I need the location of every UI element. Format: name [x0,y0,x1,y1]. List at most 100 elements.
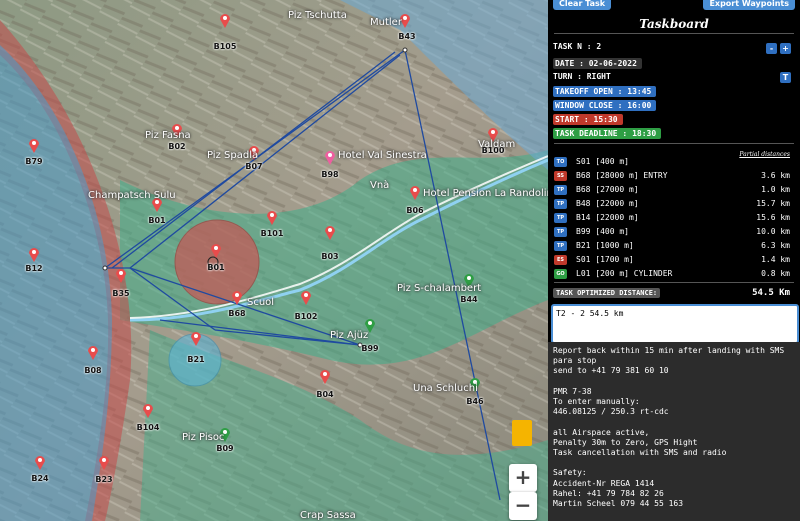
turnpoint-type-badge: SS [554,171,567,181]
turnpoint-description: B99 [400 m] [576,227,629,236]
waypoint-label: B24 [31,474,49,483]
turnpoint-distance: 15.6 km [756,213,790,222]
note-line [548,417,800,427]
note-line: Task cancellation with SMS and radio [553,448,727,458]
turnpoint-row[interactable]: TP B68 [27000 m] 1.0 km [552,185,796,197]
waypoint-pin[interactable] [190,330,202,346]
waypoint-pin[interactable] [115,267,127,283]
waypoint-pin[interactable] [34,454,46,470]
waypoint-label: B35 [112,289,130,298]
divider [554,33,794,34]
turnpoint-type-badge: TP [554,185,567,195]
turnpoint-type-badge: GO [554,269,567,279]
waypoint-pin[interactable] [231,289,243,305]
waypoint-label: B01 [207,263,225,272]
waypoint-label: B68 [228,309,246,318]
place-label: Mutler [370,17,402,28]
waypoint-label: B02 [168,142,186,151]
waypoint-label: B01 [148,216,166,225]
map-view[interactable]: B105 B43 B79 B02 B07 B98 B06 B100 B01 B1… [0,0,548,521]
waypoint-label: B99 [361,344,379,353]
street-view-pegman-icon[interactable] [512,420,532,446]
turnpoint-distance: 1.4 km [761,255,790,264]
note-line: Accident-Nr REGA 1414 [553,478,655,488]
turnpoint-row[interactable]: SS B68 [28000 m] ENTRY 3.6 km [552,171,796,183]
place-label: Hotel Pension La Randolina [423,188,548,199]
turnpoint-row[interactable]: TP B99 [400 m] 10.0 km [552,227,796,239]
waypoint-label: B101 [260,229,284,238]
turnpoint-row[interactable]: TP B21 [1000 m] 6.3 km [552,241,796,253]
divider [554,282,794,283]
waypoint-pin[interactable] [87,344,99,360]
waypoint-label: B102 [294,312,318,321]
turnpoint-distance [785,157,790,166]
note-line: para stop [553,356,597,366]
place-label: Piz S-chalambert [397,283,482,294]
turn-toggle-button[interactable]: T [780,72,791,83]
task-notes[interactable]: Report back within 15 min after landing … [548,342,800,521]
note-line: send to +41 79 381 60 10 [553,366,669,376]
taskboard-panel: Clear Task Export Waypoints Taskboard TA… [548,0,800,521]
turnpoint-type-badge: TP [554,213,567,223]
place-label: Crap Sassa [300,510,356,521]
turnpoint-distance: 10.0 km [756,227,790,236]
optimized-distance-row: TASK OPTIMIZED DISTANCE: 54.5 Km [552,288,796,300]
waypoint-pin[interactable] [266,209,278,225]
task-plus-button[interactable]: + [780,43,791,54]
map-canvas[interactable] [0,0,548,521]
note-line [548,458,800,468]
note-line: To enter manually: [553,397,640,407]
turnpoint-description: S01 [400 m] [576,157,629,166]
waypoint-label: B03 [321,252,339,261]
waypoint-label: B21 [187,355,205,364]
waypoint-label: B08 [84,366,102,375]
turnpoint-row[interactable]: GO L01 [200 m] CYLINDER 0.8 km [552,269,796,281]
zoom-in-button[interactable]: + [509,464,537,492]
window-close: WINDOW CLOSE : 16:00 [553,100,657,111]
place-label: Piz Pisoc [182,432,225,443]
turnpoint-description: B21 [1000 m] [576,241,634,250]
turnpoint-row[interactable]: TP B14 [22000 m] 15.6 km [552,213,796,225]
waypoint-label: B104 [136,423,160,432]
turnpoint-type-badge: TP [554,227,567,237]
note-line: Rahel: +41 79 784 82 26 [553,488,664,498]
waypoint-label: B46 [466,397,484,406]
takeoff-open: TAKEOFF OPEN : 13:45 [553,86,657,97]
turnpoint-type-badge: ES [554,255,567,265]
clear-task-button[interactable]: Clear Task [553,0,612,10]
note-line: PMR 7-38 [553,386,592,396]
turnpoint-description: B68 [27000 m] [576,185,639,194]
waypoint-pin[interactable] [409,184,421,200]
waypoint-pin[interactable] [28,137,40,153]
note-line: Penalty 30m to Zero, GPS Hight [553,437,698,447]
waypoint-pin[interactable] [219,12,231,28]
optimized-distance-label: TASK OPTIMIZED DISTANCE: [553,288,661,298]
waypoint-pin[interactable] [98,454,110,470]
task-minus-button[interactable]: - [766,43,777,54]
turnpoint-description: S01 [1700 m] [576,255,634,264]
waypoint-pin[interactable] [319,368,331,384]
task-summary-input[interactable] [551,304,799,344]
task-number: TASK N : 2 [553,42,602,51]
note-line: Report back within 15 min after landing … [553,346,785,355]
note-line: Martin Scheel 079 44 55 163 [553,499,684,509]
turnpoint-distance: 1.0 km [761,185,790,194]
note-line: all Airspace active, [553,427,650,437]
waypoint-pin[interactable] [142,402,154,418]
turnpoint-row[interactable]: TP B48 [22000 m] 15.7 km [552,199,796,211]
turnpoint-row[interactable]: ES S01 [1700 m] 1.4 km [552,255,796,267]
waypoint-pin[interactable] [324,149,336,165]
waypoint-label: B79 [25,157,43,166]
start-time: START : 15:30 [553,114,623,125]
waypoint-label: B44 [460,295,478,304]
turnpoint-row[interactable]: TO S01 [400 m] [552,157,796,169]
waypoint-pin[interactable] [300,289,312,305]
export-waypoints-button[interactable]: Export Waypoints [703,0,795,10]
taskboard-title: Taskboard [639,17,709,31]
task-deadline: TASK DEADLINE : 18:30 [553,128,662,139]
waypoint-pin[interactable] [28,246,40,262]
waypoint-pin[interactable] [210,242,222,258]
place-label: Champatsch Sulu [88,190,176,201]
zoom-out-button[interactable]: − [509,492,537,520]
waypoint-pin[interactable] [324,224,336,240]
